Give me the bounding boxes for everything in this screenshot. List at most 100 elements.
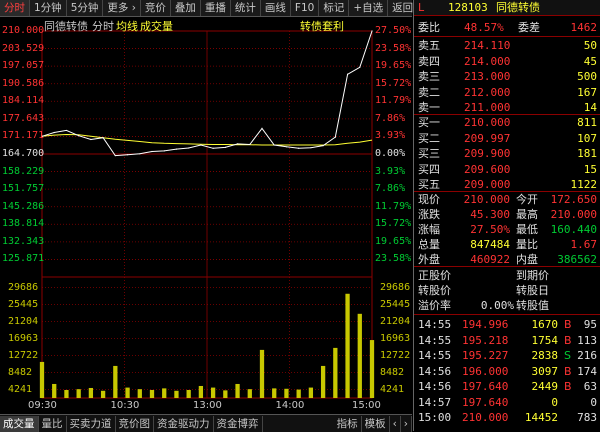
percent-tick-label: 23.58% (375, 42, 412, 54)
volume-bar (137, 389, 142, 398)
tick-volume: 0 (551, 395, 558, 409)
arbitrage-label[interactable]: 转债套利 (300, 18, 344, 34)
tick-volume: 1670 (531, 318, 559, 331)
tick-count: 63 (583, 380, 597, 393)
toolbar-tab[interactable]: 统计 (231, 0, 261, 16)
volume-bar (149, 389, 155, 398)
volume-bar (259, 349, 265, 398)
tick-side: B (564, 364, 572, 378)
price-point (310, 147, 312, 149)
volume-tick-label: 8482 (8, 366, 33, 378)
tick-side: B (564, 318, 572, 331)
tick-time: 15:00 (418, 411, 452, 424)
mode-label[interactable]: 分时 (92, 18, 114, 34)
tick-price: 197.640 (462, 395, 509, 409)
percent-tick-label: 15.72% (375, 218, 412, 230)
tick-price: 195.218 (462, 333, 509, 347)
indicator-tab[interactable]: 成交量 (0, 415, 39, 432)
bottom-nav-tab[interactable]: ‹ (390, 415, 401, 432)
price-point (346, 73, 349, 75)
tick-row: 14:55 195.227 2838 S 216 (414, 348, 600, 363)
tick-time: 14:55 (418, 318, 452, 331)
volume-tick-label: 29686 (380, 281, 411, 293)
avg-line-label[interactable]: 均线 (116, 18, 138, 34)
price-point (53, 131, 55, 134)
percent-tick-label: 3.93% (375, 165, 406, 177)
percent-tick-label: 7.86% (375, 112, 406, 124)
volume-bar (357, 313, 362, 398)
stat-value: 160.440 (550, 223, 597, 236)
toolbar-tab[interactable]: 画线 (261, 0, 291, 16)
toolbar-tab[interactable]: 重播 (201, 0, 231, 16)
percent-tick-label: 3.93% (375, 130, 406, 142)
stat-value: 847484 (470, 238, 510, 251)
order-level: 买二 209.997 107 (414, 131, 600, 146)
stat-label: 最高 (516, 208, 538, 221)
price-tick-label: 190.586 (2, 77, 45, 89)
stock-header: L 128103 同德转债 (414, 0, 600, 16)
toolbar-tab[interactable]: 标记 (319, 0, 350, 16)
price-tick-label: 203.529 (2, 42, 45, 54)
stat-value: 45.300 (470, 208, 510, 221)
conversion-label: 转股值 (516, 299, 549, 312)
level-label: 买一 (418, 116, 440, 129)
price-point (126, 154, 129, 156)
volume-tick-label: 29686 (8, 281, 39, 293)
volume-tick-label: 25445 (8, 298, 39, 310)
indicator-tab[interactable]: 资金博弈 (214, 415, 263, 432)
level-price: 212.000 (464, 85, 511, 99)
toolbar-tab[interactable]: 更多 › (103, 0, 141, 16)
toolbar-tab[interactable]: 分时 (0, 0, 30, 16)
toolbar-tab[interactable]: F10 (291, 0, 320, 16)
volume-bar (113, 365, 118, 398)
level-label: 买三 (418, 147, 440, 160)
volume-bar (369, 340, 375, 398)
toolbar-tab[interactable]: +自选 (349, 0, 389, 16)
volume-tick-label: 25445 (380, 298, 411, 310)
volume-bar (320, 365, 326, 398)
indicator-tab[interactable]: 量比 (39, 415, 67, 432)
percent-tick-label: 11.79% (375, 200, 412, 212)
tick-price: 197.640 (462, 380, 509, 393)
volume-label[interactable]: 成交量 (140, 18, 173, 34)
tick-row: 14:55 194.996 1670 B 95 (414, 317, 600, 332)
toolbar-tab[interactable]: 竞价 (141, 0, 171, 16)
price-tick-label: 151.757 (2, 183, 45, 195)
price-point (102, 137, 104, 139)
conversion-label: 到期价 (516, 269, 549, 282)
volume-tick-label: 21204 (380, 315, 411, 327)
time-tick-label: 10:30 (110, 400, 140, 411)
weicha-value: 1462 (570, 21, 598, 34)
stat-value: 27.50% (470, 223, 510, 236)
tick-time: 14:56 (418, 380, 452, 393)
price-tick-label: 145.286 (2, 200, 45, 212)
indicator-tab[interactable]: 买卖力道 (67, 415, 116, 432)
toolbar-tab[interactable]: 叠加 (171, 0, 201, 16)
volume-bar (162, 388, 167, 398)
toolbar-tab[interactable]: 1分钟 (30, 0, 67, 16)
chart-canvas (39, 30, 375, 399)
bottom-nav-tab[interactable]: › (401, 415, 412, 432)
bottom-nav-tab[interactable]: 指标 (334, 415, 362, 432)
bottom-nav-tab[interactable]: 模板 (362, 415, 390, 432)
indicator-tab[interactable]: 资金驱动力 (154, 415, 214, 432)
conversion-label: 正股价 (418, 269, 451, 282)
price-point (249, 143, 251, 146)
level-label: 卖二 (418, 85, 440, 99)
toolbar-tab[interactable]: 5分钟 (67, 0, 104, 16)
indicator-tab[interactable]: 竞价图 (116, 415, 154, 432)
percent-tick-label: 0.00% (375, 148, 406, 159)
price-point (285, 146, 288, 148)
price-point (334, 136, 336, 138)
level-volume: 50 (583, 39, 597, 52)
conversion-row: 正股价 到期价 (414, 268, 600, 283)
tick-price: 210.000 (462, 411, 509, 424)
stat-label: 最低 (516, 223, 538, 236)
price-point (371, 30, 373, 32)
tick-count: 0 (590, 395, 597, 409)
conversion-label: 转股日 (516, 284, 549, 297)
price-point (273, 144, 275, 146)
level-volume: 15 (583, 162, 597, 176)
tick-row: 14:56 197.640 2449 B 63 (414, 379, 600, 394)
quote-panel: L 128103 同德转债 委比 48.57% 委差 1462 卖五 214.11… (413, 0, 600, 431)
